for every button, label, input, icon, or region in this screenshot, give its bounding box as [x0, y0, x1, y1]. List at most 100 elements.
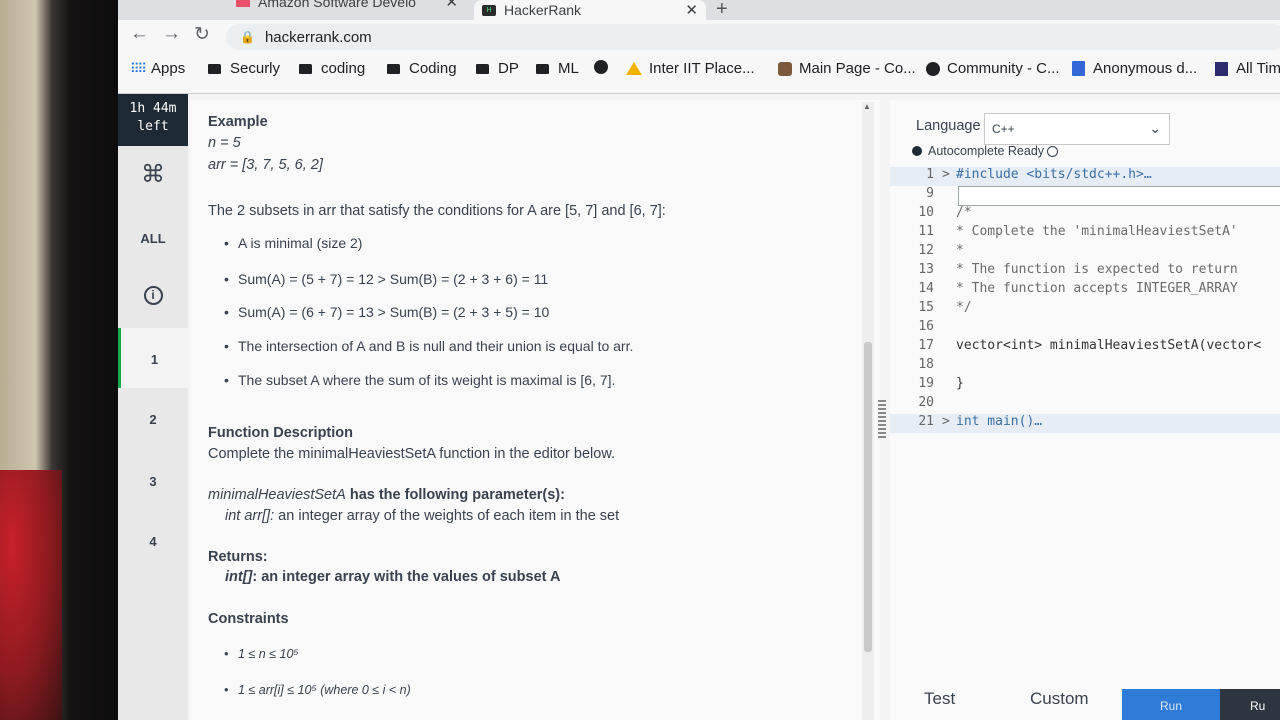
back-arrow-icon[interactable]: ←: [130, 23, 149, 45]
code-line[interactable]: 18: [890, 357, 1280, 376]
function-description-heading: Function Description: [208, 425, 353, 441]
list-item: Sum(A) = (5 + 7) = 12 > Sum(B) = (2 + 3 …: [224, 271, 548, 287]
bookmark-github[interactable]: [594, 60, 615, 74]
question-3-button[interactable]: 3: [118, 474, 188, 489]
question-4-button[interactable]: 4: [118, 534, 188, 549]
code-line[interactable]: 12 *: [890, 243, 1280, 262]
screen: Amazon Software Develo ✕ H HackerRank ✕ …: [118, 0, 1280, 720]
info-clock-icon: [1047, 145, 1059, 157]
background-cloth: [0, 470, 62, 720]
editor-bottom-bar: Test Custom Run Ru: [890, 683, 1280, 720]
autocomplete-status[interactable]: Autocomplete Ready: [912, 144, 1059, 158]
info-button[interactable]: i: [118, 286, 188, 305]
url-text: hackerrank.com: [264, 28, 372, 46]
question-1-button[interactable]: 1: [118, 328, 188, 388]
question-2-button[interactable]: 2: [118, 412, 188, 427]
scrollbar-thumb[interactable]: [864, 342, 872, 652]
code-line[interactable]: 20: [890, 395, 1280, 414]
code-line[interactable]: 14 * The function accepts INTEGER_ARRAY: [890, 281, 1280, 300]
tab-amazon[interactable]: Amazon Software Develo ✕: [236, 0, 466, 12]
new-tab-icon[interactable]: +: [716, 0, 728, 21]
close-icon[interactable]: ✕: [685, 1, 706, 19]
site-favicon-icon: [778, 61, 792, 76]
tab-bar: Amazon Software Develo ✕ H HackerRank ✕ …: [118, 0, 1280, 20]
run-tests-button[interactable]: Ru: [1220, 689, 1280, 720]
bookmark-anonymous[interactable]: Anonymous d...: [1072, 60, 1197, 77]
bookmark-dp[interactable]: DP: [476, 60, 519, 77]
returns-description: : an integer array with the values of su…: [252, 569, 561, 585]
fold-arrow-icon[interactable]: >: [942, 167, 950, 182]
forward-arrow-icon[interactable]: →: [162, 23, 181, 45]
bookmarks-bar: ⠿⠿ Apps Securly coding Coding DP ML Inter…: [118, 54, 1280, 94]
scroll-up-icon[interactable]: ▲: [863, 102, 871, 111]
reload-icon[interactable]: ↻: [194, 23, 210, 46]
tab-hackerrank[interactable]: H HackerRank ✕: [474, 0, 706, 20]
bookmark-label: Inter IIT Place...: [649, 60, 755, 77]
bookmark-main-page[interactable]: Main Page - Co...: [778, 60, 916, 77]
cursor-line[interactable]: [958, 186, 1280, 206]
bookmark-label: Securly: [230, 60, 281, 77]
run-button[interactable]: Run: [1122, 689, 1220, 720]
toggle-dot-icon: [912, 146, 922, 156]
command-icon[interactable]: ⌘: [118, 160, 188, 189]
bookmark-label: Community - C...: [947, 60, 1060, 77]
fold-arrow-icon[interactable]: >: [942, 414, 950, 429]
example-heading: Example: [208, 114, 268, 130]
time-left: 1h 44m left: [118, 94, 188, 146]
bookmark-apps[interactable]: ⠿⠿ Apps: [130, 60, 185, 77]
line-number: 13: [918, 262, 934, 277]
test-tab[interactable]: Test: [924, 689, 955, 709]
address-bar[interactable]: 🔒 hackerrank.com: [226, 24, 1280, 50]
all-questions-button[interactable]: ALL: [118, 231, 188, 246]
code-line[interactable]: 10 /*: [890, 205, 1280, 224]
code-line[interactable]: 1 > #include <bits/stdc++.h>…: [890, 167, 1280, 186]
parameters-heading: minimalHeaviestSetA has the following pa…: [208, 487, 565, 503]
bookmark-coding[interactable]: Coding: [387, 60, 457, 77]
bookmark-coding-lower[interactable]: coding: [299, 60, 365, 77]
bookmark-label: DP: [498, 60, 519, 77]
subsets-text: The 2 subsets in arr that satisfy the co…: [208, 203, 666, 219]
drive-icon: [626, 62, 642, 75]
code-line[interactable]: 19 }: [890, 376, 1280, 395]
code-line[interactable]: 17 vector<int> minimalHeaviestSetA(vecto…: [890, 338, 1280, 357]
close-icon[interactable]: ✕: [445, 0, 466, 11]
bookmark-label: All Tim: [1236, 60, 1280, 77]
code-line[interactable]: 16: [890, 319, 1280, 338]
chevron-down-icon: ⌄: [1149, 120, 1161, 136]
problem-scrollbar[interactable]: ▲: [862, 102, 874, 720]
line-number: 18: [918, 357, 934, 372]
bookmark-inter-iit[interactable]: Inter IIT Place...: [626, 60, 755, 77]
code-line[interactable]: 21 > int main()…: [890, 414, 1280, 433]
bookmark-label: coding: [321, 60, 366, 77]
code-line[interactable]: 15 */: [890, 300, 1280, 319]
info-icon: i: [143, 286, 163, 305]
hackerrank-favicon-icon: H: [482, 4, 496, 16]
code-line[interactable]: 13 * The function is expected to return: [890, 262, 1280, 281]
bookmark-ml[interactable]: ML: [536, 60, 579, 77]
code-line[interactable]: 11 * Complete the 'minimalHeaviestSetA': [890, 224, 1280, 243]
bookmark-securly[interactable]: Securly: [208, 60, 280, 77]
autocomplete-label: Autocomplete Ready: [928, 144, 1045, 158]
code-editor-pane: Language C++ ⌄ Autocomplete Ready 1 > #i…: [890, 100, 1280, 720]
parameters-label: has the following parameter(s):: [345, 487, 565, 503]
bookmark-community[interactable]: Community - C...: [926, 60, 1060, 77]
constraints-heading: Constraints: [208, 611, 289, 627]
custom-tab[interactable]: Custom: [1030, 689, 1089, 709]
code-line[interactable]: 9: [890, 186, 1280, 206]
bookmark-label: ML: [558, 60, 579, 77]
folder-icon: [208, 63, 221, 74]
line-number: 16: [918, 319, 934, 334]
constraint-item: 1 ≤ n ≤ 10⁵: [224, 647, 299, 661]
line-number: 14: [918, 281, 934, 296]
pane-resize-handle[interactable]: [878, 400, 886, 440]
language-select[interactable]: C++ ⌄: [984, 113, 1170, 145]
parameter-type: int arr[]:: [225, 508, 275, 524]
code-text: *: [956, 243, 964, 258]
bookmark-all-time[interactable]: All Tim: [1215, 60, 1280, 77]
line-number: 1: [926, 167, 934, 182]
community-icon: [926, 61, 940, 76]
line-number: 10: [918, 205, 934, 220]
list-item: A is minimal (size 2): [224, 235, 363, 251]
example-arr: arr = [3, 7, 5, 6, 2]: [208, 157, 323, 173]
github-icon: [594, 60, 608, 74]
